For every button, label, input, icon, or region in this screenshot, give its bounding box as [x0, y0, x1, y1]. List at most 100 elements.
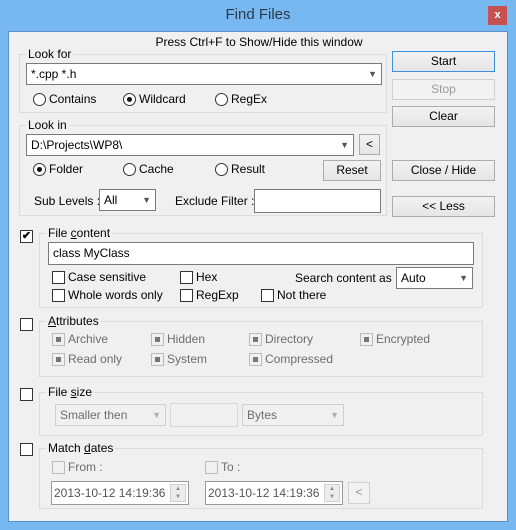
checkbox-icon: [151, 352, 164, 366]
radio-icon: [215, 162, 228, 176]
file-content-label: File content: [46, 226, 113, 240]
checkbox-label: Archive: [68, 332, 109, 346]
exclude-filter-input[interactable]: [254, 189, 381, 213]
close-window-button[interactable]: x: [488, 6, 507, 25]
case-sensitive-checkbox[interactable]: Case sensitive: [52, 270, 146, 284]
checkbox-label: To :: [221, 460, 241, 474]
checkbox-label: Hex: [196, 270, 218, 284]
radio-cache[interactable]: Cache: [123, 162, 174, 176]
sub-levels-value: All: [104, 193, 118, 207]
file-content-input[interactable]: class MyClass: [48, 242, 474, 265]
less-button[interactable]: << Less: [392, 196, 495, 217]
checkbox-icon: [180, 270, 193, 284]
checkbox-icon: [180, 288, 193, 302]
window-title: Find Files: [225, 6, 291, 23]
checkbox-label: Compressed: [265, 352, 334, 366]
spinner-icon[interactable]: ▲ ▼: [170, 484, 186, 502]
from-date-value: 2013-10-12 14:19:36: [54, 486, 166, 500]
spinner-icon[interactable]: ▲ ▼: [324, 484, 340, 502]
attr-hidden[interactable]: Hidden: [151, 332, 205, 346]
attributes-checkbox[interactable]: [20, 318, 33, 331]
attr-compressed[interactable]: Compressed: [249, 352, 333, 366]
file-content-group: File content class MyClass Case sensitiv…: [39, 226, 483, 308]
start-button[interactable]: Start: [392, 51, 495, 72]
checkbox-label: Case sensitive: [68, 270, 147, 284]
copy-date-button[interactable]: <: [348, 482, 370, 504]
checkbox-label: From :: [68, 460, 103, 474]
look-in-label: Look in: [26, 118, 69, 132]
from-checkbox[interactable]: From :: [52, 460, 103, 474]
to-date-picker[interactable]: 2013-10-12 14:19:36 ▲ ▼: [205, 481, 343, 505]
look-in-value: D:\Projects\WP8\: [31, 138, 123, 152]
attr-encrypted[interactable]: Encrypted: [360, 332, 430, 346]
chevron-down-icon: ▼: [459, 273, 468, 283]
close-hide-button[interactable]: Close / Hide: [392, 160, 495, 181]
checkbox-label: Not there: [277, 288, 327, 302]
clear-button[interactable]: Clear: [392, 106, 495, 127]
chevron-down-icon: ▼: [152, 410, 161, 420]
file-size-group: File size Smaller then ▼ Bytes ▼: [39, 385, 483, 436]
look-for-label: Look for: [26, 47, 74, 61]
search-as-value: Auto: [401, 271, 426, 285]
checkbox-icon: [151, 332, 164, 346]
radio-regex[interactable]: RegEx: [215, 92, 267, 106]
radio-icon: [215, 92, 228, 106]
from-date-picker[interactable]: 2013-10-12 14:19:36 ▲ ▼: [51, 481, 189, 505]
checkbox-icon: [52, 288, 65, 302]
checkbox-label: Whole words only: [68, 288, 163, 302]
file-size-checkbox[interactable]: [20, 388, 33, 401]
look-in-combo[interactable]: D:\Projects\WP8\ ▼: [26, 134, 354, 156]
checkbox-icon: [205, 460, 218, 474]
hex-checkbox[interactable]: Hex: [180, 270, 217, 284]
checkbox-icon: [249, 352, 262, 366]
radio-contains[interactable]: Contains: [33, 92, 96, 106]
attr-archive[interactable]: Archive: [52, 332, 108, 346]
size-comparator-combo[interactable]: Smaller then ▼: [55, 404, 166, 426]
file-content-checkbox[interactable]: ✔: [20, 230, 33, 243]
checkbox-label: RegExp: [196, 288, 239, 302]
not-there-checkbox[interactable]: Not there: [261, 288, 326, 302]
look-for-combo[interactable]: *.cpp *.h ▼: [26, 63, 382, 85]
look-for-value: *.cpp *.h: [31, 67, 77, 81]
attributes-group: Attributes Archive Hidden Directory Encr…: [39, 314, 483, 377]
title-bar: Find Files x: [0, 0, 516, 31]
checkbox-icon: [261, 288, 274, 302]
chevron-down-icon: ▼: [368, 69, 377, 79]
checkbox-label: Directory: [265, 332, 314, 346]
chevron-down-icon: ▼: [142, 195, 151, 205]
checkbox-icon: [360, 332, 373, 346]
attr-directory[interactable]: Directory: [249, 332, 313, 346]
search-as-combo[interactable]: Auto ▼: [396, 267, 473, 289]
checkbox-icon: [52, 332, 65, 346]
attr-read-only[interactable]: Read only: [52, 352, 122, 366]
size-unit-combo[interactable]: Bytes ▼: [242, 404, 344, 426]
radio-result[interactable]: Result: [215, 162, 265, 176]
regexp-checkbox[interactable]: RegExp: [180, 288, 239, 302]
checkbox-label: Encrypted: [376, 332, 431, 346]
radio-wildcard[interactable]: Wildcard: [123, 92, 186, 106]
size-value-input[interactable]: [170, 403, 238, 427]
radio-label: Folder: [49, 162, 84, 176]
chevron-down-icon: ▼: [330, 410, 339, 420]
radio-icon: [33, 92, 46, 106]
match-dates-group: Match dates From : To : 2013-10-12 14:19…: [39, 441, 483, 509]
radio-label: Cache: [139, 162, 174, 176]
look-in-group: Look in D:\Projects\WP8\ ▼ < Folder Cach…: [19, 118, 387, 216]
sub-levels-combo[interactable]: All ▼: [99, 189, 156, 211]
to-date-value: 2013-10-12 14:19:36: [208, 486, 320, 500]
search-as-label: Search content as :: [295, 271, 399, 285]
to-checkbox[interactable]: To :: [205, 460, 240, 474]
radio-label: Result: [231, 162, 266, 176]
checkbox-label: Read only: [68, 352, 123, 366]
stop-button[interactable]: Stop: [392, 79, 495, 100]
reset-button[interactable]: Reset: [323, 160, 381, 181]
match-dates-checkbox[interactable]: [20, 443, 33, 456]
attr-system[interactable]: System: [151, 352, 207, 366]
whole-words-checkbox[interactable]: Whole words only: [52, 288, 163, 302]
radio-folder[interactable]: Folder: [33, 162, 83, 176]
radio-selected-icon: [33, 162, 46, 176]
size-unit-value: Bytes: [247, 408, 278, 422]
checkbox-icon: [52, 460, 65, 474]
browse-back-button[interactable]: <: [359, 134, 380, 155]
file-size-label: File size: [46, 385, 95, 399]
